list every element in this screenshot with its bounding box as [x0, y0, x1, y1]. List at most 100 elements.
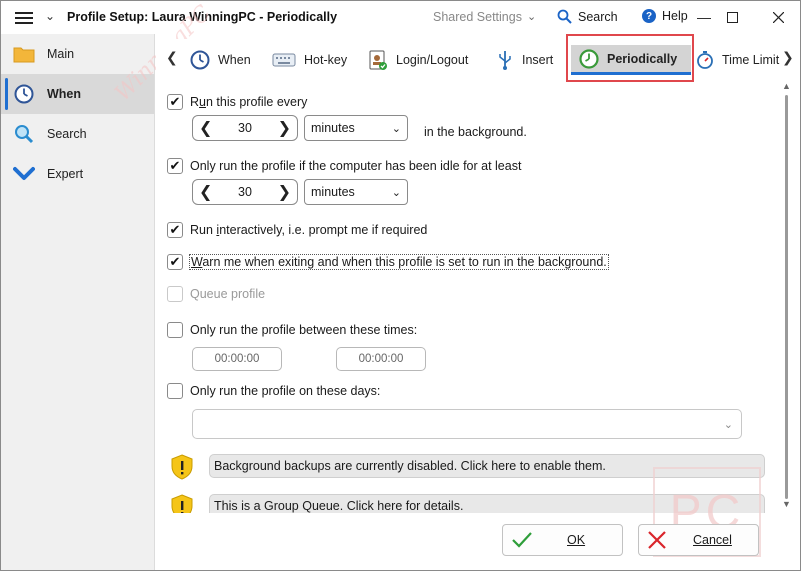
- ok-button[interactable]: OK: [502, 524, 623, 556]
- user-badge-icon: [369, 50, 387, 70]
- days-select[interactable]: ⌄: [192, 409, 742, 439]
- between-times-label: Only run the profile between these times…: [190, 323, 418, 337]
- chevron-down-icon: ⌄: [391, 186, 401, 199]
- scroll-up-icon[interactable]: ▲: [782, 81, 791, 91]
- profile-setup-window: ⌄ Profile Setup: Laura WinningPC - Perio…: [0, 0, 801, 571]
- sidebar-item-label: Main: [47, 47, 75, 61]
- shield-warning-icon: [171, 494, 193, 513]
- tab-time-limit[interactable]: Time Limit: [696, 45, 779, 75]
- shared-settings-chevron-icon[interactable]: ⌄: [527, 10, 536, 23]
- keyboard-icon: [272, 53, 296, 67]
- sidebar-item-label: Expert: [47, 167, 84, 181]
- run-every-option[interactable]: ✔ Run this profile every: [167, 94, 307, 110]
- cross-icon: [648, 531, 666, 549]
- tab-highlight-box: [566, 34, 694, 82]
- minimize-button[interactable]: —: [689, 7, 719, 27]
- tab-insert[interactable]: Insert: [496, 45, 553, 75]
- close-icon: [772, 11, 784, 23]
- between-times-option[interactable]: Only run the profile between these times…: [167, 322, 417, 338]
- chevron-down-icon: [13, 163, 35, 185]
- queue-label: Queue profile: [190, 287, 266, 301]
- tab-label: Insert: [522, 53, 554, 67]
- days-checkbox[interactable]: [167, 383, 183, 399]
- tab-scroll-left-icon[interactable]: ❮: [166, 49, 178, 66]
- cancel-label: Cancel: [693, 533, 732, 547]
- shield-warning-icon: [171, 454, 193, 480]
- scroll-down-icon[interactable]: ▼: [782, 499, 791, 509]
- warn-option[interactable]: ✔ Warn me when exiting and when this pro…: [167, 254, 609, 270]
- decrement-icon[interactable]: ❮: [199, 182, 212, 202]
- run-every-unit-select[interactable]: minutes ⌄: [304, 115, 408, 141]
- ok-label: OK: [567, 533, 586, 547]
- run-every-value: 30: [238, 121, 252, 135]
- backups-disabled-notice[interactable]: Background backups are currently disable…: [209, 454, 765, 478]
- close-button[interactable]: [763, 7, 793, 27]
- days-label: Only run the profile on these days:: [190, 384, 381, 398]
- run-every-suffix: in the background.: [424, 125, 527, 139]
- sidebar-item-search[interactable]: Search: [1, 114, 154, 154]
- folder-icon: [13, 43, 35, 65]
- sidebar-item-label: Search: [47, 127, 87, 141]
- run-every-checkbox[interactable]: ✔: [167, 94, 183, 110]
- help-icon: ?: [642, 9, 656, 23]
- sidebar-item-when[interactable]: When: [1, 74, 154, 114]
- scroll-thumb[interactable]: [785, 95, 788, 499]
- tab-hot-key[interactable]: Hot-key: [272, 45, 347, 75]
- start-time-field[interactable]: 00:00:00: [192, 347, 282, 371]
- hamburger-menu-icon[interactable]: [15, 9, 33, 25]
- chevron-down-icon[interactable]: ⌄: [45, 9, 55, 23]
- days-option[interactable]: Only run the profile on these days:: [167, 383, 380, 399]
- tab-label: When: [218, 53, 251, 67]
- warn-checkbox[interactable]: ✔: [167, 254, 183, 270]
- interactive-checkbox[interactable]: ✔: [167, 222, 183, 238]
- sidebar: Main When Search Expert: [1, 34, 155, 570]
- queue-checkbox: [167, 286, 183, 302]
- maximize-icon: [726, 11, 738, 23]
- run-every-unit-value: minutes: [311, 121, 355, 135]
- shared-settings-menu[interactable]: Shared Settings: [433, 10, 522, 24]
- queue-option: Queue profile: [167, 286, 265, 302]
- idle-stepper[interactable]: ❮ 30 ❯: [192, 179, 298, 205]
- idle-option[interactable]: ✔ Only run the profile if the computer h…: [167, 158, 521, 174]
- tab-strip: ❮ When Hot-key Login/Logout Insert Perio…: [156, 39, 800, 79]
- idle-label: Only run the profile if the computer has…: [190, 159, 522, 173]
- tab-when[interactable]: When: [190, 45, 251, 75]
- tab-scroll-right-icon[interactable]: ❯: [782, 49, 794, 66]
- run-every-label: Run this profile every: [190, 95, 308, 109]
- search-label: Search: [578, 9, 618, 24]
- idle-value: 30: [238, 185, 252, 199]
- interactive-option[interactable]: ✔ Run interactively, i.e. prompt me if r…: [167, 222, 427, 238]
- chevron-down-icon: ⌄: [391, 122, 401, 135]
- help-label: Help: [662, 9, 688, 23]
- decrement-icon[interactable]: ❮: [199, 118, 212, 138]
- chevron-down-icon: ⌄: [723, 419, 733, 431]
- warn-label: Warn me when exiting and when this profi…: [189, 254, 609, 270]
- content-scrollbar[interactable]: ▲ ▼: [780, 81, 794, 513]
- clock-icon: [13, 83, 35, 105]
- usb-icon: [499, 51, 511, 70]
- interactive-label: Run interactively, i.e. prompt me if req…: [190, 223, 428, 237]
- tab-label: Time Limit: [722, 53, 780, 67]
- sidebar-item-main[interactable]: Main: [1, 34, 154, 74]
- end-time-field[interactable]: 00:00:00: [336, 347, 426, 371]
- magnifier-icon: [13, 123, 35, 145]
- window-title: Profile Setup: Laura WinningPC - Periodi…: [67, 10, 338, 24]
- tab-label: Login/Logout: [396, 53, 469, 67]
- title-bar: ⌄ Profile Setup: Laura WinningPC - Perio…: [1, 1, 800, 34]
- sidebar-item-expert[interactable]: Expert: [1, 154, 154, 194]
- idle-checkbox[interactable]: ✔: [167, 158, 183, 174]
- sidebar-item-label: When: [47, 87, 82, 101]
- group-queue-notice[interactable]: This is a Group Queue. Click here for de…: [209, 494, 765, 513]
- maximize-button[interactable]: [717, 7, 747, 27]
- periodically-settings-panel: ✔ Run this profile every ❮ 30 ❯ minutes …: [157, 81, 781, 513]
- checkmark-icon: [512, 532, 532, 548]
- help-button[interactable]: ? Help: [642, 9, 688, 23]
- cancel-button[interactable]: Cancel: [638, 524, 759, 556]
- tab-login-logout[interactable]: Login/Logout: [368, 45, 468, 75]
- between-times-checkbox[interactable]: [167, 322, 183, 338]
- idle-unit-select[interactable]: minutes ⌄: [304, 179, 408, 205]
- run-every-stepper[interactable]: ❮ 30 ❯: [192, 115, 298, 141]
- search-button[interactable]: Search: [557, 9, 618, 24]
- increment-icon[interactable]: ❯: [278, 182, 291, 202]
- increment-icon[interactable]: ❯: [278, 118, 291, 138]
